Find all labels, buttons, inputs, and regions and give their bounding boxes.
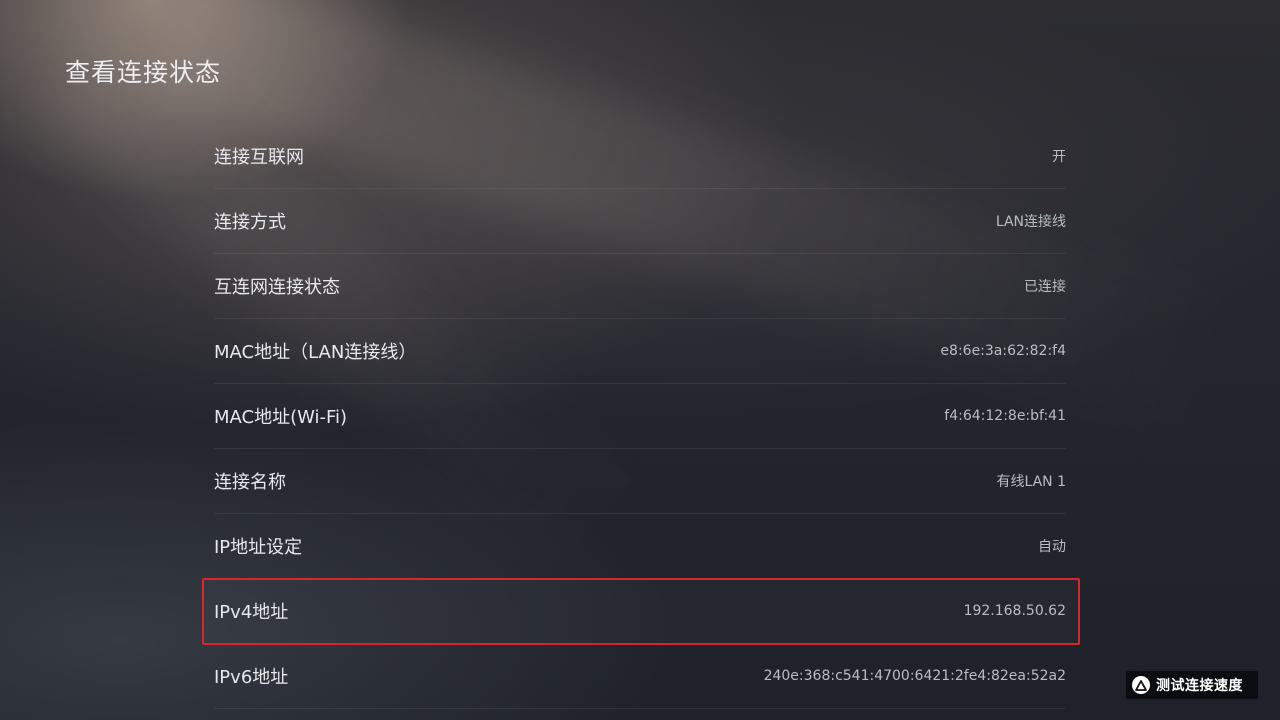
row-value: 自动	[1038, 539, 1066, 555]
page-title: 查看连接状态	[65, 58, 222, 87]
triangle-button-icon	[1132, 676, 1150, 694]
test-connection-speed-label: 测试连接速度	[1156, 678, 1243, 694]
row-value: 240e:368:c541:4700:6421:2fe4:82ea:52a2	[763, 668, 1066, 684]
row-value: f4:64:12:8e:bf:41	[944, 408, 1066, 424]
row-label: MAC地址(Wi-Fi)	[214, 407, 348, 428]
row-value: LAN连接线	[995, 214, 1066, 230]
row-label: IPv4地址	[214, 602, 289, 623]
test-connection-speed-button[interactable]: 测试连接速度	[1126, 671, 1258, 699]
row-connection-name[interactable]: 连接名称 有线LAN 1	[214, 449, 1066, 514]
row-value: e8:6e:3a:62:82:f4	[940, 343, 1066, 359]
row-label: 互连网连接状态	[214, 277, 340, 298]
row-connection-method[interactable]: 连接方式 LAN连接线	[214, 189, 1066, 254]
row-ip-settings[interactable]: IP地址设定 自动	[214, 514, 1066, 579]
row-value: 192.168.50.62	[963, 603, 1066, 619]
row-value: 开	[1052, 149, 1066, 165]
row-label: 连接名称	[214, 472, 286, 493]
connection-status-list: 连接互联网 开 连接方式 LAN连接线 互连网连接状态 已连接 MAC地址（LA…	[202, 124, 1080, 709]
row-internet-status[interactable]: 互连网连接状态 已连接	[214, 254, 1066, 319]
row-label: 连接方式	[214, 212, 286, 233]
row-ipv4-address[interactable]: IPv4地址 192.168.50.62	[202, 578, 1080, 645]
row-value: 有线LAN 1	[996, 474, 1066, 490]
row-ipv6-address[interactable]: IPv6地址 240e:368:c541:4700:6421:2fe4:82ea…	[214, 644, 1066, 709]
row-label: IP地址设定	[214, 537, 303, 558]
row-value: 已连接	[1024, 279, 1066, 295]
row-mac-lan[interactable]: MAC地址（LAN连接线） e8:6e:3a:62:82:f4	[214, 319, 1066, 384]
row-label: IPv6地址	[214, 667, 289, 688]
row-label: MAC地址（LAN连接线）	[214, 342, 417, 363]
row-mac-wifi[interactable]: MAC地址(Wi-Fi) f4:64:12:8e:bf:41	[214, 384, 1066, 449]
row-internet-connection[interactable]: 连接互联网 开	[214, 124, 1066, 189]
row-label: 连接互联网	[214, 147, 304, 168]
